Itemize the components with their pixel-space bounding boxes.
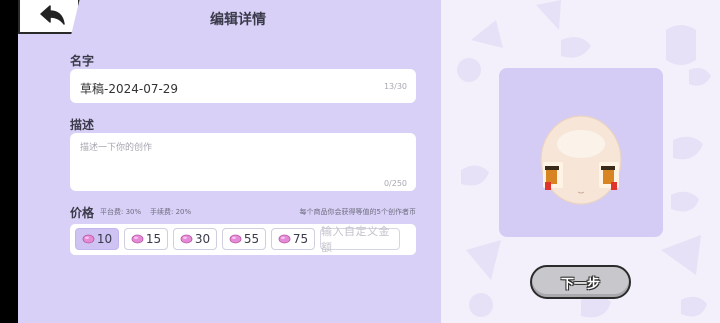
description-placeholder: 描述一下你的创作: [80, 143, 153, 153]
name-value: 草稿-2024-07-29: [80, 82, 179, 96]
gem-icon: [278, 234, 291, 244]
price-option-55[interactable]: 55: [222, 228, 266, 250]
gem-icon: [180, 234, 193, 244]
description-counter: 0/250: [383, 179, 407, 188]
edit-panel: 编辑详情 名字 草稿-2024-07-29 13/30 描述 描述一下你的创作 …: [18, 0, 441, 323]
price-label: 价格: [70, 206, 95, 220]
description-label: 描述: [70, 118, 95, 132]
earnings-note: 每个商品你会获得等值的5个创作者币: [299, 208, 416, 216]
price-option-15[interactable]: 15: [124, 228, 168, 250]
price-option-label: 55: [243, 232, 260, 246]
name-field[interactable]: 草稿-2024-07-29 13/30: [70, 69, 416, 103]
description-field[interactable]: 描述一下你的创作 0/250: [70, 133, 416, 191]
character-head: [540, 115, 622, 205]
price-option-label: 30: [194, 232, 211, 246]
price-options: 10 15 30 55 75 输入自定义金额: [70, 224, 416, 255]
character-preview: [499, 68, 663, 237]
custom-price-input[interactable]: 输入自定义金额: [320, 225, 400, 254]
gem-icon: [229, 234, 242, 244]
name-label: 名字: [70, 54, 95, 68]
back-button[interactable]: [18, 0, 80, 34]
price-option-label: 10: [96, 232, 113, 246]
preview-area: 下一步: [441, 0, 720, 323]
left-edge: [0, 0, 18, 323]
price-option-10[interactable]: 10: [75, 228, 119, 250]
gem-icon: [131, 234, 144, 244]
handling-fee: 手续费: 20%: [150, 208, 192, 216]
page-title: 编辑详情: [210, 12, 266, 28]
price-option-30[interactable]: 30: [173, 228, 217, 250]
gem-icon: [82, 234, 95, 244]
price-option-label: 75: [292, 232, 309, 246]
back-arrow-icon: [40, 5, 65, 25]
name-counter: 13/30: [383, 82, 407, 91]
platform-fee: 平台费: 30%: [100, 208, 142, 216]
next-step-button[interactable]: 下一步: [530, 265, 631, 299]
price-option-label: 15: [145, 232, 162, 246]
price-option-75[interactable]: 75: [271, 228, 315, 250]
